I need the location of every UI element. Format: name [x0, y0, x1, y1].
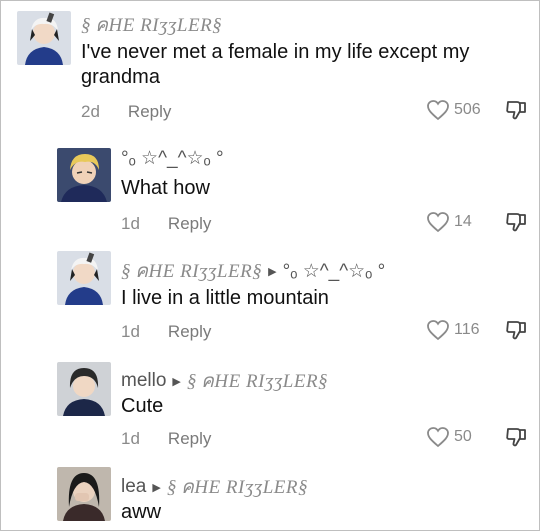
comment-text: Cute [121, 394, 163, 419]
avatar-image [57, 251, 111, 305]
reply-button[interactable]: Reply [128, 102, 171, 122]
heart-icon [427, 100, 449, 121]
heart-icon [427, 212, 449, 233]
dislike-button[interactable] [505, 319, 527, 346]
like-button[interactable]: 506 [426, 99, 481, 121]
timestamp: 1d [121, 322, 140, 341]
like-button[interactable]: 50 [426, 426, 472, 448]
comment-text-line: grandma [81, 66, 160, 88]
dislike-button[interactable] [505, 99, 527, 126]
comment-meta: 1d Reply [121, 214, 211, 234]
comment-header: mello ▶ § คHE RIʒʒLER§ [121, 366, 328, 396]
comment-meta: 1d Reply [121, 429, 211, 449]
reply-arrow-icon: ▶ [268, 265, 277, 278]
comment-header: °ₒ ☆^_^☆ₒ ° [121, 147, 224, 170]
username[interactable]: lea [121, 476, 146, 498]
reply-button[interactable]: Reply [168, 214, 211, 234]
username[interactable]: § คHE RIʒʒLER§ [81, 10, 222, 40]
comment-text: aww [121, 500, 161, 525]
timestamp: 1d [121, 214, 140, 233]
reply-to-username[interactable]: § คHE RIʒʒLER§ [187, 366, 328, 396]
username[interactable]: mello [121, 370, 166, 392]
username[interactable]: °ₒ ☆^_^☆ₒ ° [121, 147, 224, 170]
avatar-image [57, 148, 111, 202]
heart-icon [427, 320, 449, 341]
reply-to-username[interactable]: § คHE RIʒʒLER§ [167, 472, 308, 502]
like-button[interactable]: 14 [426, 211, 472, 233]
comment-meta: 2d Reply [81, 102, 171, 122]
heart-icon [427, 427, 449, 448]
avatar[interactable] [17, 11, 71, 65]
comment-text-line: I've never met a female in my life excep… [81, 41, 470, 63]
comment-header: § คHE RIʒʒLER§ [81, 10, 222, 40]
comment-text: What how [121, 176, 210, 201]
comment-header: § คHE RIʒʒLER§ ▶ °ₒ ☆^_^☆ₒ ° [121, 256, 385, 286]
comment-text-line: aww [121, 501, 162, 523]
timestamp: 1d [121, 429, 140, 448]
avatar-image [57, 467, 111, 521]
comment-header: lea ▶ § คHE RIʒʒLER§ [121, 472, 308, 502]
thumbs-down-icon [506, 213, 526, 232]
avatar-image [17, 11, 71, 65]
avatar-image [57, 362, 111, 416]
comment-text: I live in a little mountain [121, 286, 329, 311]
dislike-button[interactable] [505, 426, 527, 453]
like-button[interactable]: 116 [426, 319, 480, 341]
comment-text-line: What how [121, 177, 210, 199]
comment-text-line: I live in a little mountain [121, 287, 329, 309]
avatar[interactable] [57, 251, 111, 305]
comment-text-line: Cute [121, 395, 164, 417]
thumbs-down-icon [506, 101, 526, 120]
avatar[interactable] [57, 148, 111, 202]
reply-to-username[interactable]: °ₒ ☆^_^☆ₒ ° [283, 260, 386, 283]
reply-button[interactable]: Reply [168, 322, 211, 342]
like-count: 116 [454, 321, 480, 338]
reply-button[interactable]: Reply [168, 429, 211, 449]
dislike-button[interactable] [505, 211, 527, 238]
like-count: 14 [454, 213, 472, 230]
thumbs-down-icon [506, 428, 526, 447]
like-count: 506 [454, 101, 481, 118]
avatar[interactable] [57, 467, 111, 521]
avatar[interactable] [57, 362, 111, 416]
username[interactable]: § คHE RIʒʒLER§ [121, 256, 262, 286]
like-count: 50 [454, 428, 472, 445]
timestamp: 2d [81, 102, 100, 121]
comment-meta: 1d Reply [121, 322, 211, 342]
reply-arrow-icon: ▶ [152, 481, 161, 494]
comment-text: I've never met a female in my life excep… [81, 40, 469, 90]
thumbs-down-icon [506, 321, 526, 340]
reply-arrow-icon: ▶ [172, 375, 181, 388]
